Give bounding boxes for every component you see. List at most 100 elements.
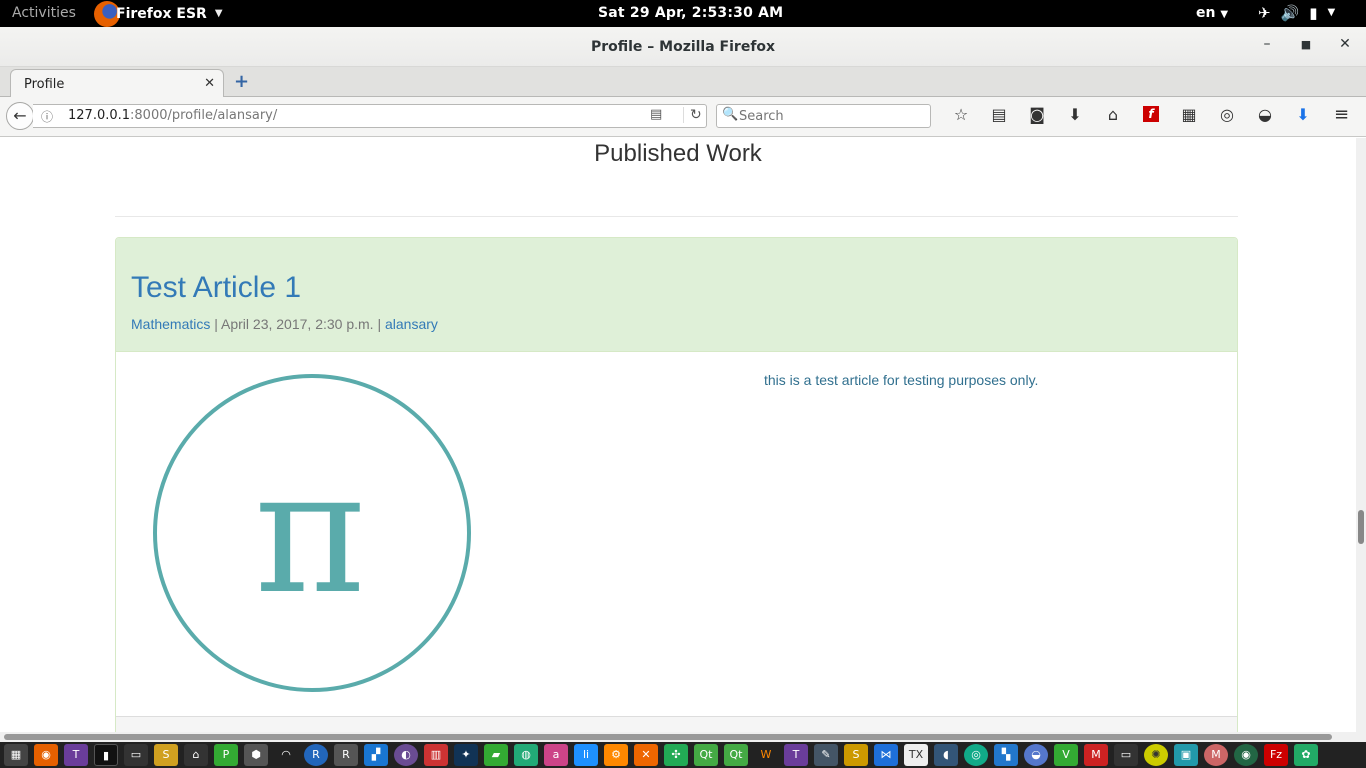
article-meta: Mathematics | April 23, 2017, 2:30 p.m. … xyxy=(131,316,438,332)
tab-label: Profile xyxy=(24,77,65,92)
home-icon[interactable]: ⌂ xyxy=(1094,105,1132,124)
divider xyxy=(115,216,1238,217)
system-top-bar: Activities Firefox ESR ▼ Sat 29 Apr, 2:5… xyxy=(0,0,1366,27)
minimize-button[interactable]: – xyxy=(1257,36,1277,52)
tab-profile[interactable]: Profile ✕ xyxy=(10,69,224,98)
app-icon[interactable]: a xyxy=(544,744,568,766)
eclipse-icon[interactable]: ◐ xyxy=(394,744,418,766)
app-icon[interactable]: ▣ xyxy=(1174,744,1198,766)
app-menu[interactable]: Firefox ESR ▼ xyxy=(94,0,223,27)
tex-icon[interactable]: T xyxy=(784,744,808,766)
system-tray[interactable]: ✈ 🔊 ▮ ▼ xyxy=(1258,4,1335,22)
vscode-icon[interactable]: ⋈ xyxy=(874,744,898,766)
bookmarks-list-icon[interactable]: ▤ xyxy=(980,105,1018,124)
terminal-icon[interactable]: ▭ xyxy=(1114,744,1138,766)
search-icon: 🔍 xyxy=(722,107,739,122)
pi-symbol: π xyxy=(254,434,366,632)
window-title-bar: Profile – Mozilla Firefox – ■ ✕ xyxy=(0,27,1366,67)
horizontal-scrollbar[interactable] xyxy=(0,732,1366,742)
hamburger-menu-icon[interactable]: ≡ xyxy=(1334,104,1349,125)
download-icon[interactable]: ⬇ xyxy=(1056,105,1094,124)
scrollbar-thumb[interactable] xyxy=(4,734,1332,740)
author-link[interactable]: alansary xyxy=(385,316,438,332)
app-icon[interactable]: ▥ xyxy=(424,744,448,766)
close-tab-icon[interactable]: ✕ xyxy=(204,76,215,91)
extension-icon[interactable]: ◒ xyxy=(1246,105,1284,124)
flash-icon[interactable]: f xyxy=(1143,106,1159,122)
app-icon[interactable]: ◉ xyxy=(1234,744,1258,766)
app-icon[interactable]: M xyxy=(1084,744,1108,766)
app-icon[interactable]: ▰ xyxy=(484,744,508,766)
toolbar-icons: ☆ ▤ ◙ ⬇ ⌂ f ▦ ◎ ◒ ⬇ xyxy=(942,105,1322,124)
maximize-button[interactable]: ■ xyxy=(1296,38,1316,51)
reader-view-icon[interactable]: ▤ xyxy=(650,107,662,122)
close-window-button[interactable]: ✕ xyxy=(1335,36,1355,52)
url-bar[interactable]: ⓘ 127.0.0.1:8000/profile/alansary/ ▤ ↻ xyxy=(33,104,707,128)
app-icon[interactable]: ✺ xyxy=(1144,744,1168,766)
language-label: en xyxy=(1196,5,1216,21)
filezilla-icon[interactable]: Fz xyxy=(1264,744,1288,766)
home-folder-icon[interactable]: ⌂ xyxy=(184,744,208,766)
xampp-icon[interactable]: ✕ xyxy=(634,744,658,766)
language-indicator[interactable]: en ▼ xyxy=(1196,5,1228,21)
download-manager-icon[interactable]: ⬇ xyxy=(1284,105,1322,124)
qt-icon[interactable]: Qt xyxy=(694,744,718,766)
tex-icon[interactable]: T xyxy=(64,744,88,766)
vertical-scrollbar[interactable] xyxy=(1356,138,1366,732)
bookmark-star-icon[interactable]: ☆ xyxy=(942,105,980,124)
pocket-icon[interactable]: ◙ xyxy=(1018,105,1056,124)
article-panel-heading: Test Article 1 Mathematics | April 23, 2… xyxy=(116,238,1237,352)
search-input[interactable] xyxy=(739,107,924,125)
scrollbar-thumb[interactable] xyxy=(1358,510,1364,544)
texmaker-icon[interactable]: TX xyxy=(904,744,928,766)
app-icon[interactable]: ⬢ xyxy=(244,744,268,766)
pycharm-icon[interactable]: P xyxy=(214,744,238,766)
app-icon[interactable]: ◎ xyxy=(964,744,988,766)
article-thumbnail[interactable]: π xyxy=(152,373,472,693)
firefox-icon[interactable]: ◉ xyxy=(34,744,58,766)
back-button[interactable]: ← xyxy=(6,102,34,130)
settings-icon[interactable]: ⚙ xyxy=(604,744,628,766)
app-icon[interactable]: ✦ xyxy=(454,744,478,766)
terminal-icon[interactable]: ▭ xyxy=(124,744,148,766)
app-icon[interactable]: ▚ xyxy=(994,744,1018,766)
rstudio-icon[interactable]: R xyxy=(334,744,358,766)
search-bar[interactable]: 🔍 xyxy=(716,104,931,128)
url-path: :8000/profile/alansary/ xyxy=(130,108,278,123)
app-icon[interactable]: ✿ xyxy=(1294,744,1318,766)
vim-icon[interactable]: V xyxy=(1054,744,1078,766)
canopy-icon[interactable]: ◠ xyxy=(274,744,298,766)
info-icon[interactable]: ⓘ xyxy=(41,108,53,125)
battery-icon: ▮ xyxy=(1309,4,1318,22)
new-tab-button[interactable]: + xyxy=(234,71,249,92)
app-icon[interactable]: li xyxy=(574,744,598,766)
app-icon[interactable]: ▞ xyxy=(364,744,388,766)
clock[interactable]: Sat 29 Apr, 2:53:30 AM xyxy=(598,5,783,21)
chevron-down-icon: ▼ xyxy=(1220,9,1229,20)
database-icon[interactable]: ◍ xyxy=(514,744,538,766)
category-link[interactable]: Mathematics xyxy=(131,316,210,332)
extension-icon[interactable]: ◎ xyxy=(1208,105,1246,124)
meta-separator: | xyxy=(377,316,382,332)
page-content: Published Work Test Article 1 Mathematic… xyxy=(0,138,1356,732)
app-icon[interactable]: M xyxy=(1204,744,1228,766)
article-title-link[interactable]: Test Article 1 xyxy=(131,271,301,305)
sublime-icon[interactable]: S xyxy=(844,744,868,766)
app-icon[interactable]: ✎ xyxy=(814,744,838,766)
airplane-icon: ✈ xyxy=(1258,4,1271,22)
extension-icon[interactable]: ▦ xyxy=(1170,105,1208,124)
sublime-icon[interactable]: S xyxy=(154,744,178,766)
r-icon[interactable]: R xyxy=(304,744,328,766)
app-icon[interactable]: ◖ xyxy=(934,744,958,766)
app-icon[interactable]: W xyxy=(754,744,778,766)
terminal-icon[interactable]: ▮ xyxy=(94,744,118,766)
activities-button[interactable]: Activities xyxy=(12,5,76,21)
navigation-toolbar: ← ⓘ 127.0.0.1:8000/profile/alansary/ ▤ ↻… xyxy=(0,97,1366,137)
reload-icon[interactable]: ↻ xyxy=(683,107,702,123)
qt-icon[interactable]: Qt xyxy=(724,744,748,766)
article-panel-footer xyxy=(116,716,1237,732)
url-text[interactable]: 127.0.0.1:8000/profile/alansary/ xyxy=(68,108,277,123)
app-launcher-icon[interactable]: ▦ xyxy=(4,744,28,766)
app-icon[interactable]: ✣ xyxy=(664,744,688,766)
app-icon[interactable]: ◒ xyxy=(1024,744,1048,766)
